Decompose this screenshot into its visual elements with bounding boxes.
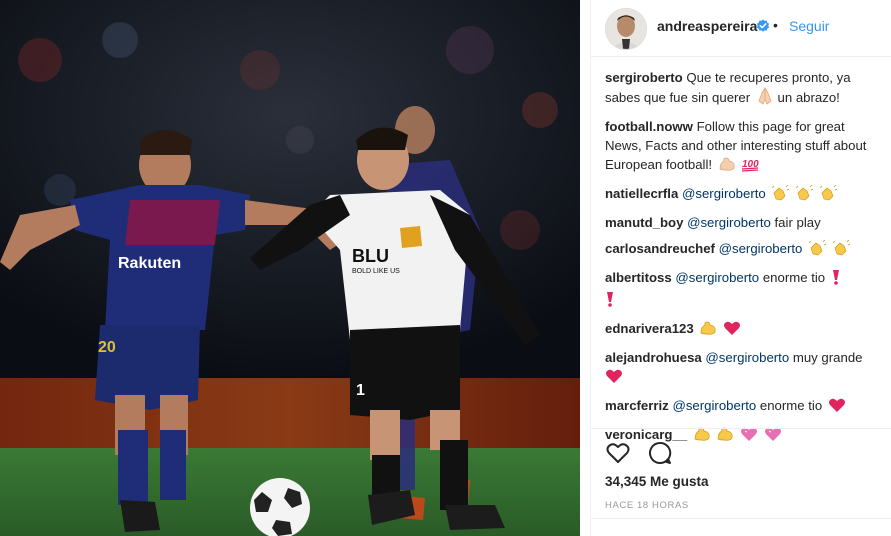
post-timestamp[interactable]: HACE 18 HORAS <box>605 500 689 511</box>
comment-mention[interactable]: @sergiroberto <box>687 215 771 230</box>
football-match-photo: Rakuten 20 BLU BOLD LIKE US 1 <box>0 0 580 536</box>
comment: sergiroberto Que te recuperes pronto, ya… <box>605 68 883 110</box>
comment: alejandrohuesa @sergiroberto muy grande <box>605 348 883 389</box>
comment-username[interactable]: carlosandreuchef <box>605 241 715 256</box>
author-username[interactable]: andreaspereira <box>657 18 757 34</box>
comment-bubble-icon[interactable] <box>647 440 673 466</box>
pink-heart-icon <box>764 426 782 447</box>
comment: albertitoss @sergiroberto enorme tio <box>605 268 883 312</box>
comment-username[interactable]: manutd_boy <box>605 215 683 230</box>
comments-list: sergiroberto Que te recuperes pronto, ya… <box>605 68 883 454</box>
comment: natiellecrfla @sergiroberto <box>605 184 883 206</box>
jersey-slogan-right: BOLD LIKE US <box>352 268 400 275</box>
post-sidebar: andreaspereira • Seguir sergiroberto Que… <box>590 0 891 536</box>
comment-text: fair play <box>774 215 821 230</box>
ball <box>250 478 310 536</box>
exclamation-mark-icon <box>605 291 615 312</box>
flexed-biceps-icon <box>699 320 717 341</box>
actions-divider <box>591 428 891 429</box>
post-actions <box>605 440 685 466</box>
post-photo[interactable]: Rakuten 20 BLU BOLD LIKE US 1 <box>0 0 580 536</box>
comment: carlosandreuchef @sergiroberto <box>605 239 883 261</box>
comment-mention[interactable]: @sergiroberto <box>672 398 756 413</box>
flexed-biceps-icon <box>716 426 734 447</box>
comment: marcferriz @sergiroberto enorme tio <box>605 396 883 418</box>
bottom-divider <box>591 518 891 519</box>
exclamation-mark-icon <box>831 269 841 290</box>
comment-username[interactable]: football.noww <box>605 119 693 134</box>
instagram-post: Rakuten 20 BLU BOLD LIKE US 1 andreasper… <box>0 0 891 536</box>
pink-heart-icon <box>740 426 758 447</box>
likes-count[interactable]: 34,345 Me gusta <box>605 474 709 489</box>
jersey-sponsor-right: BLU <box>352 246 389 266</box>
comment-mention[interactable]: @sergiroberto <box>719 241 803 256</box>
clapping-hands-icon <box>819 184 837 206</box>
jersey-number-left: 20 <box>98 339 116 356</box>
clapping-hands-icon <box>795 184 814 206</box>
red-heart-icon <box>723 320 741 341</box>
clapping-hands-icon <box>771 184 790 206</box>
comment-username[interactable]: ednarivera123 <box>605 321 694 336</box>
follow-button[interactable]: Seguir <box>789 18 829 34</box>
comment: football.noww Follow this page for great… <box>605 117 883 177</box>
clapping-hands-icon <box>808 239 827 261</box>
comment-text: enorme tio <box>759 398 823 413</box>
comment-username[interactable]: sergiroberto <box>605 70 683 85</box>
comment-mention[interactable]: @sergiroberto <box>705 350 789 365</box>
jersey-number-right: 1 <box>356 382 365 399</box>
red-heart-icon <box>605 368 623 389</box>
jersey-sponsor-left: Rakuten <box>118 255 181 272</box>
comment-text: muy grande <box>792 350 863 365</box>
flexed-biceps-icon <box>693 426 711 447</box>
comment: ednarivera123 <box>605 319 883 341</box>
flexed-biceps-icon <box>718 156 736 177</box>
comment-username[interactable]: marcferriz <box>605 398 669 413</box>
verified-badge-icon <box>757 19 769 32</box>
comment-mention[interactable]: @sergiroberto <box>682 186 766 201</box>
post-header: andreaspereira • Seguir <box>591 0 891 57</box>
comment-text-after: un abrazo! <box>777 90 840 105</box>
separator-dot: • <box>773 17 778 33</box>
comment-mention[interactable]: @sergiroberto <box>675 270 759 285</box>
like-heart-icon[interactable] <box>605 440 631 466</box>
comment-username[interactable]: alejandrohuesa <box>605 350 702 365</box>
hundred-points-icon: 100 <box>741 156 760 177</box>
clapping-hands-icon <box>832 239 850 261</box>
comment-text: enorme tio <box>762 270 826 285</box>
author-avatar[interactable] <box>605 8 647 50</box>
comment: manutd_boy @sergiroberto fair play <box>605 213 883 232</box>
comment-username[interactable]: albertitoss <box>605 270 672 285</box>
praying-hands-icon <box>756 87 774 110</box>
red-heart-icon <box>828 397 846 418</box>
comment-username[interactable]: natiellecrfla <box>605 186 678 201</box>
